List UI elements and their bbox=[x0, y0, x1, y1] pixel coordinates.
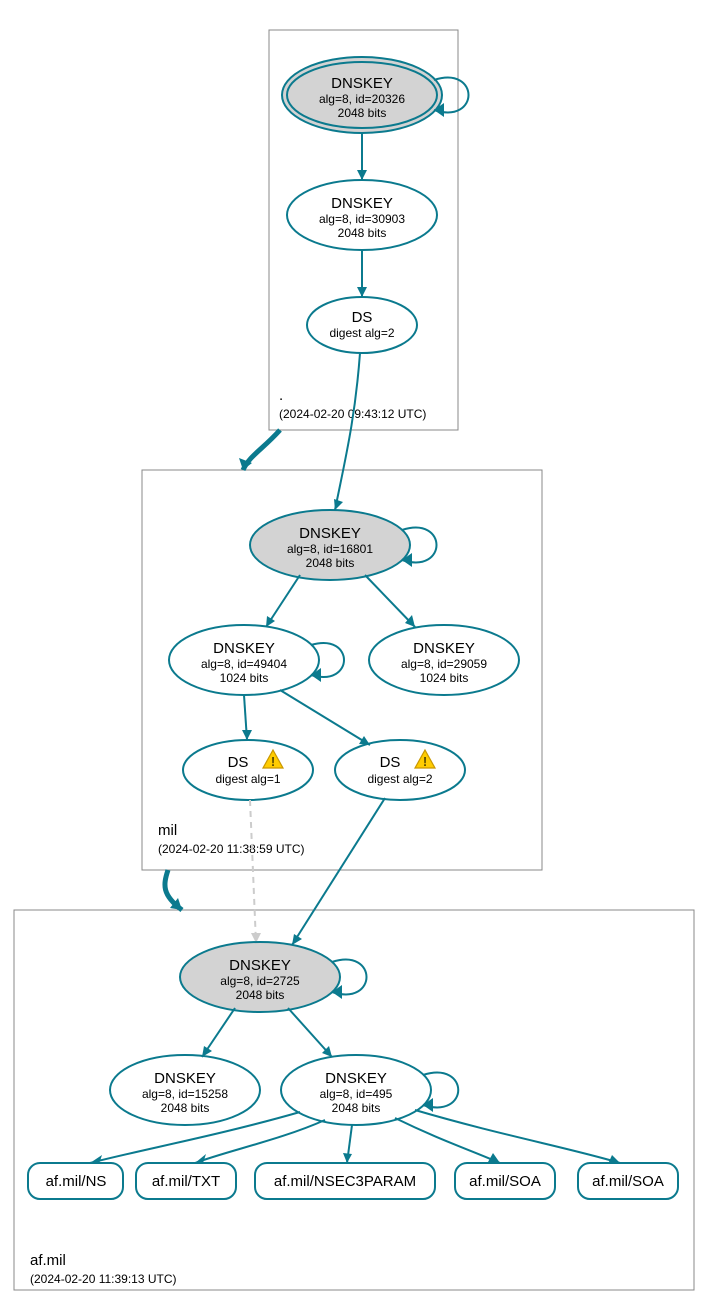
zone-afmil-label: af.mil bbox=[30, 1252, 66, 1269]
svg-text:alg=8, id=495: alg=8, id=495 bbox=[320, 1087, 393, 1101]
node-mil-zsk2[interactable]: DNSKEY alg=8, id=29059 1024 bits bbox=[369, 625, 519, 695]
node-mil-ds2[interactable]: DS digest alg=2 ! bbox=[335, 740, 465, 800]
svg-text:1024 bits: 1024 bits bbox=[220, 671, 269, 685]
svg-text:alg=8, id=2725: alg=8, id=2725 bbox=[220, 974, 300, 988]
svg-text:2048 bits: 2048 bits bbox=[161, 1101, 210, 1115]
node-root-ksk[interactable]: DNSKEY alg=8, id=20326 2048 bits bbox=[282, 57, 442, 133]
edge-afzsk2-txt bbox=[195, 1120, 325, 1163]
edge-afzsk2-soa1 bbox=[395, 1118, 500, 1163]
svg-text:af.mil/SOA: af.mil/SOA bbox=[469, 1173, 541, 1190]
svg-text:digest alg=1: digest alg=1 bbox=[215, 772, 280, 786]
svg-text:DNSKEY: DNSKEY bbox=[325, 1070, 387, 1087]
svg-text:DNSKEY: DNSKEY bbox=[331, 75, 393, 92]
zone-mil-label: mil bbox=[158, 822, 177, 839]
node-af-zsk1[interactable]: DNSKEY alg=8, id=15258 2048 bits bbox=[110, 1055, 260, 1125]
svg-text:DNSKEY: DNSKEY bbox=[331, 195, 393, 212]
edge-milds1-afksk bbox=[250, 800, 256, 943]
svg-text:!: ! bbox=[423, 754, 427, 769]
node-root-zsk[interactable]: DNSKEY alg=8, id=30903 2048 bits bbox=[287, 180, 437, 250]
zone-mil-time: (2024-02-20 11:38:59 UTC) bbox=[158, 842, 305, 856]
svg-text:DNSKEY: DNSKEY bbox=[154, 1070, 216, 1087]
svg-text:DNSKEY: DNSKEY bbox=[413, 640, 475, 657]
node-mil-ksk[interactable]: DNSKEY alg=8, id=16801 2048 bits bbox=[250, 510, 410, 580]
svg-text:af.mil/NSEC3PARAM: af.mil/NSEC3PARAM bbox=[274, 1173, 416, 1190]
svg-text:alg=8, id=29059: alg=8, id=29059 bbox=[401, 657, 487, 671]
edge-rootds-milksk bbox=[335, 353, 360, 510]
svg-text:DS: DS bbox=[228, 754, 249, 771]
rrset-soa2[interactable]: af.mil/SOA bbox=[578, 1163, 678, 1199]
rrset-nsec3param[interactable]: af.mil/NSEC3PARAM bbox=[255, 1163, 435, 1199]
svg-text:2048 bits: 2048 bits bbox=[236, 988, 285, 1002]
edge-milzsk1-ds2 bbox=[280, 690, 370, 745]
svg-text:2048 bits: 2048 bits bbox=[338, 106, 387, 120]
zone-root-label: . bbox=[279, 387, 283, 404]
edge-milksk-zsk2 bbox=[365, 575, 415, 627]
svg-text:1024 bits: 1024 bits bbox=[420, 671, 469, 685]
svg-text:DNSKEY: DNSKEY bbox=[229, 957, 291, 974]
node-af-ksk[interactable]: DNSKEY alg=8, id=2725 2048 bits bbox=[180, 942, 340, 1012]
svg-text:2048 bits: 2048 bits bbox=[306, 556, 355, 570]
svg-text:alg=8, id=20326: alg=8, id=20326 bbox=[319, 92, 405, 106]
rrset-ns[interactable]: af.mil/NS bbox=[28, 1163, 123, 1199]
svg-text:DS: DS bbox=[352, 309, 373, 326]
svg-text:alg=8, id=30903: alg=8, id=30903 bbox=[319, 212, 405, 226]
svg-text:2048 bits: 2048 bits bbox=[332, 1101, 381, 1115]
svg-text:af.mil/NS: af.mil/NS bbox=[46, 1173, 107, 1190]
zone-afmil-time: (2024-02-20 11:39:13 UTC) bbox=[30, 1272, 177, 1286]
edge-afzsk2-soa2 bbox=[415, 1110, 620, 1163]
svg-text:digest alg=2: digest alg=2 bbox=[367, 772, 432, 786]
rrset-txt[interactable]: af.mil/TXT bbox=[136, 1163, 236, 1199]
svg-text:!: ! bbox=[271, 754, 275, 769]
node-root-ds[interactable]: DS digest alg=2 bbox=[307, 297, 417, 353]
svg-text:digest alg=2: digest alg=2 bbox=[329, 326, 394, 340]
svg-text:alg=8, id=15258: alg=8, id=15258 bbox=[142, 1087, 228, 1101]
svg-text:af.mil/TXT: af.mil/TXT bbox=[152, 1173, 220, 1190]
svg-text:DS: DS bbox=[380, 754, 401, 771]
svg-text:alg=8, id=49404: alg=8, id=49404 bbox=[201, 657, 287, 671]
svg-text:af.mil/SOA: af.mil/SOA bbox=[592, 1173, 664, 1190]
svg-text:alg=8, id=16801: alg=8, id=16801 bbox=[287, 542, 373, 556]
svg-text:DNSKEY: DNSKEY bbox=[213, 640, 275, 657]
rrset-soa1[interactable]: af.mil/SOA bbox=[455, 1163, 555, 1199]
svg-text:2048 bits: 2048 bits bbox=[338, 226, 387, 240]
node-mil-zsk1[interactable]: DNSKEY alg=8, id=49404 1024 bits bbox=[169, 625, 319, 695]
svg-text:DNSKEY: DNSKEY bbox=[299, 525, 361, 542]
node-mil-ds1[interactable]: DS digest alg=1 ! bbox=[183, 740, 313, 800]
edge-milds2-afksk bbox=[292, 798, 385, 945]
node-af-zsk2[interactable]: DNSKEY alg=8, id=495 2048 bits bbox=[281, 1055, 431, 1125]
